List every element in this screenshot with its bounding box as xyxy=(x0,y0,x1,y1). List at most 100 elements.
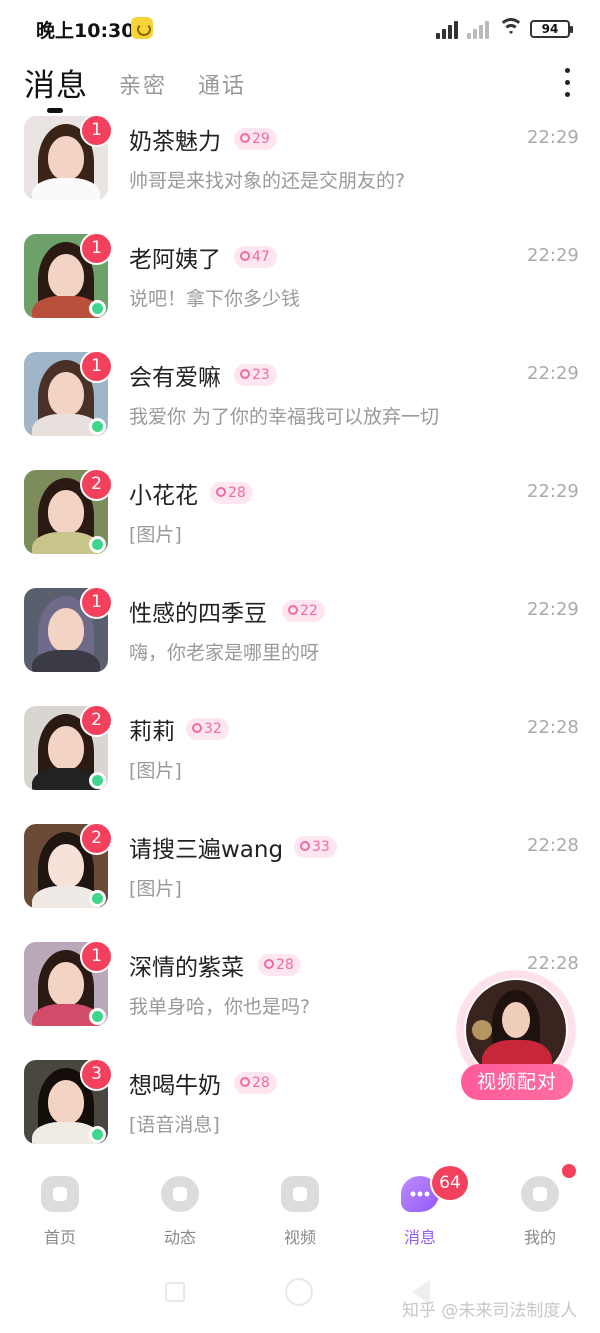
message-preview: [图片] xyxy=(129,524,182,546)
level-badge: 32 xyxy=(186,718,229,740)
profile-icon xyxy=(521,1176,559,1212)
message-count-badge: 64 xyxy=(430,1164,470,1202)
contact-name: 奶茶魅力 xyxy=(129,129,221,155)
home-circle-icon[interactable] xyxy=(285,1278,313,1306)
unread-badge: 2 xyxy=(80,704,113,737)
message-preview: [图片] xyxy=(129,760,182,782)
tab-indicator xyxy=(47,108,63,113)
level-badge: 28 xyxy=(210,482,253,504)
nav-profile[interactable]: 我的 xyxy=(500,1174,580,1247)
unread-badge: 1 xyxy=(80,586,113,619)
level-value: 47 xyxy=(252,249,270,265)
nav-home-label: 首页 xyxy=(43,1228,76,1247)
contact-name: 深情的紫菜 xyxy=(129,955,244,981)
search-heart-icon xyxy=(240,369,250,379)
unread-badge: 1 xyxy=(80,940,113,973)
message-header: 消息 亲密 通话 xyxy=(0,58,600,113)
nav-profile-label: 我的 xyxy=(523,1228,556,1247)
signal-2-icon xyxy=(467,19,493,39)
message-preview: 帅哥是来找对象的还是交朋友的? xyxy=(129,170,406,192)
contact-name: 请搜三遍wang xyxy=(129,837,284,863)
search-heart-icon xyxy=(216,487,226,497)
online-indicator xyxy=(89,1008,106,1025)
conversation-row[interactable]: 1 会有爱嘛 23 22:29 我爱你 为了你的幸福我可以放弃一切 xyxy=(0,350,600,468)
message-time: 22:29 xyxy=(527,245,579,266)
nav-messages-label: 消息 xyxy=(403,1228,436,1247)
profile-notification-dot xyxy=(560,1162,578,1180)
conversation-row[interactable]: 1 奶茶魅力 29 22:29 帅哥是来找对象的还是交朋友的? xyxy=(0,114,600,232)
conversation-row[interactable]: 2 莉莉 32 22:28 [图片] xyxy=(0,704,600,822)
level-badge: 47 xyxy=(234,246,277,268)
level-value: 28 xyxy=(276,957,294,973)
message-time: 22:29 xyxy=(527,363,579,384)
online-indicator xyxy=(89,1126,106,1143)
message-preview: [语音消息] xyxy=(129,1114,220,1136)
search-heart-icon xyxy=(264,959,274,969)
level-value: 28 xyxy=(252,1075,270,1091)
message-time: 22:29 xyxy=(527,127,579,148)
level-badge: 29 xyxy=(234,128,277,150)
online-indicator xyxy=(89,536,106,553)
contact-name: 老阿姨了 xyxy=(129,247,221,273)
video-match-button[interactable]: 视频配对 xyxy=(461,1064,573,1100)
search-heart-icon xyxy=(240,251,250,261)
unread-badge: 2 xyxy=(80,822,113,855)
unread-badge: 1 xyxy=(80,350,113,383)
unread-badge: 1 xyxy=(80,114,113,147)
nav-moments[interactable]: 动态 xyxy=(140,1174,220,1247)
conversation-row[interactable]: 2 小花花 28 22:29 [图片] xyxy=(0,468,600,586)
signal-icon xyxy=(436,19,462,39)
message-preview: [图片] xyxy=(129,878,182,900)
nav-video[interactable]: 视频 xyxy=(260,1174,340,1247)
message-time: 22:28 xyxy=(527,835,579,856)
watermark: 知乎 @未来司法制度人 xyxy=(402,1301,578,1321)
contact-name: 莉莉 xyxy=(129,719,175,745)
recents-icon[interactable] xyxy=(165,1282,185,1302)
search-heart-icon xyxy=(240,133,250,143)
tab-intimate[interactable]: 亲密 xyxy=(119,68,167,100)
message-preview: 我单身哈，你也是吗? xyxy=(129,996,311,1018)
contact-name: 想喝牛奶 xyxy=(129,1073,221,1099)
unread-badge: 3 xyxy=(80,1058,113,1091)
bottom-nav: 首页 动态 视频 消息 我的 64 xyxy=(0,1158,600,1250)
message-preview: 嗨，你老家是哪里的呀 xyxy=(129,642,320,664)
nav-video-label: 视频 xyxy=(283,1228,316,1247)
message-preview: 我爱你 为了你的幸福我可以放弃一切 xyxy=(129,406,440,428)
more-options-icon[interactable] xyxy=(558,66,578,100)
video-icon xyxy=(281,1176,319,1212)
online-indicator xyxy=(89,418,106,435)
wifi-icon xyxy=(498,18,524,40)
conversation-row[interactable]: 1 老阿姨了 47 22:29 说吧！拿下你多少钱 xyxy=(0,232,600,350)
conversation-row[interactable]: 2 请搜三遍wang 33 22:28 [图片] xyxy=(0,822,600,940)
tab-messages[interactable]: 消息 xyxy=(24,60,88,105)
home-icon xyxy=(41,1176,79,1212)
nav-home[interactable]: 首页 xyxy=(20,1174,100,1247)
status-bar: 晚上10:30 94 xyxy=(0,0,600,58)
tab-calls[interactable]: 通话 xyxy=(198,68,246,100)
online-indicator xyxy=(89,300,106,317)
video-match-float[interactable]: 视频配对 xyxy=(456,970,580,1100)
unread-badge: 1 xyxy=(80,232,113,265)
level-badge: 22 xyxy=(282,600,325,622)
leaf-icon xyxy=(161,1176,199,1212)
level-value: 29 xyxy=(252,131,270,147)
contact-name: 小花花 xyxy=(129,483,198,509)
level-value: 28 xyxy=(228,485,246,501)
level-value: 22 xyxy=(300,603,318,619)
level-badge: 28 xyxy=(258,954,301,976)
online-indicator xyxy=(89,772,106,789)
conversation-row[interactable]: 1 性感的四季豆 22 22:29 嗨，你老家是哪里的呀 xyxy=(0,586,600,704)
level-value: 23 xyxy=(252,367,270,383)
level-badge: 23 xyxy=(234,364,277,386)
system-nav-bar: 知乎 @未来司法制度人 xyxy=(0,1252,600,1333)
online-indicator xyxy=(89,890,106,907)
notification-app-icon xyxy=(131,17,153,39)
search-heart-icon xyxy=(240,1077,250,1087)
unread-badge: 2 xyxy=(80,468,113,501)
search-heart-icon xyxy=(300,841,310,851)
level-value: 32 xyxy=(204,721,222,737)
status-time: 晚上10:30 xyxy=(36,20,135,42)
message-preview: 说吧！拿下你多少钱 xyxy=(129,288,301,310)
message-time: 22:29 xyxy=(527,481,579,502)
contact-name: 会有爱嘛 xyxy=(129,365,221,391)
